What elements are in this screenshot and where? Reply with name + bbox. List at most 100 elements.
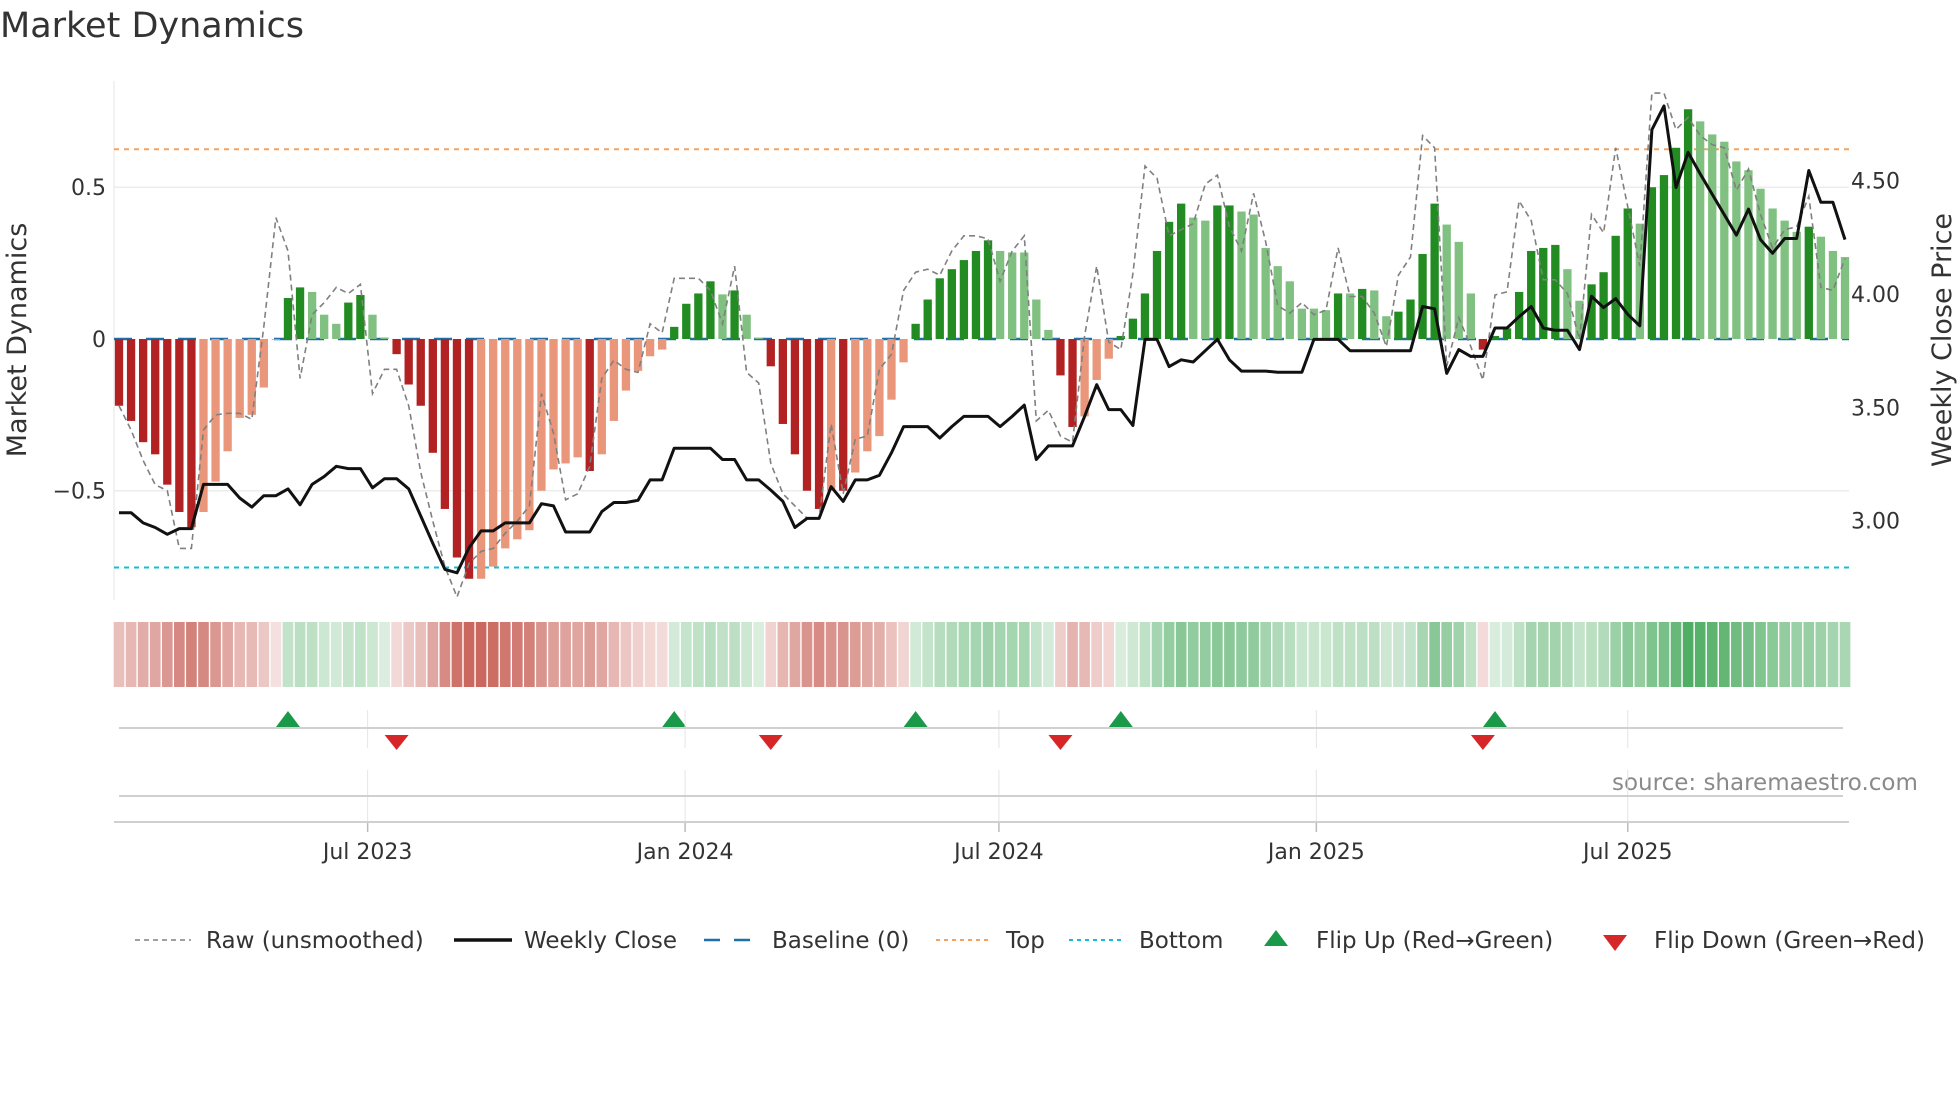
histogram-bar (1454, 241, 1463, 339)
heat-cell (1743, 622, 1754, 687)
histogram-bar (1261, 247, 1270, 339)
histogram-bar (1551, 244, 1560, 339)
heat-cell (427, 622, 439, 687)
heat-cell (1332, 622, 1344, 687)
y2-axis-label: Weekly Close Price (1927, 213, 1958, 467)
heat-cell (186, 622, 197, 687)
heat-cell (1308, 622, 1320, 687)
heat-cell (1224, 622, 1235, 687)
histogram-bar (1683, 109, 1693, 339)
histogram-bar (356, 294, 365, 339)
histogram-bar (1297, 308, 1307, 339)
heat-cell (1055, 622, 1066, 687)
heat-cell (198, 622, 209, 687)
heat-cell (125, 622, 137, 687)
y-tick-label: 0.5 (71, 176, 106, 201)
heat-cell (560, 622, 571, 687)
histogram-bar (1406, 299, 1415, 339)
heat-cell (1103, 622, 1115, 687)
flip-up-marker (275, 711, 300, 727)
heat-cell (837, 622, 849, 687)
heat-cell (1682, 622, 1694, 687)
heat-cell (294, 622, 306, 687)
flip-up-marker (662, 711, 687, 727)
histogram-bar (1502, 328, 1512, 339)
heat-cell (439, 622, 451, 687)
histogram-bar (1345, 293, 1355, 339)
heat-cell (753, 622, 765, 687)
histogram-bar (947, 269, 956, 339)
heat-cell (1272, 622, 1284, 687)
histogram-bar (826, 338, 836, 491)
histogram-bar (163, 338, 172, 485)
histogram-bar (235, 338, 244, 418)
histogram-bar (790, 338, 800, 455)
histogram-bar (1611, 235, 1620, 339)
histogram-bar (971, 250, 981, 339)
flip-markers (275, 711, 1507, 750)
flip-up-marker (903, 711, 928, 727)
heat-cell (367, 622, 378, 687)
y2-tick-label: 4.50 (1851, 170, 1900, 195)
histogram-bar (1744, 170, 1753, 339)
x-tick-label: Jul 2025 (1581, 840, 1673, 865)
histogram-bar (995, 250, 1005, 339)
x-tick-label: Jan 2025 (1266, 840, 1365, 865)
heat-cell (210, 622, 221, 687)
histogram-bar (1708, 134, 1717, 339)
legend-label: Top (1005, 928, 1045, 954)
heat-cell (946, 622, 958, 687)
heat-cell (1356, 622, 1368, 687)
heat-cell (1634, 622, 1646, 687)
histogram-bar (513, 338, 522, 540)
heat-cell (644, 622, 656, 687)
heat-cell (705, 622, 716, 687)
histogram-bar (597, 338, 606, 455)
heat-cell (1501, 622, 1513, 687)
histogram-bar (670, 326, 679, 339)
histogram-bar (1466, 293, 1475, 339)
heat-cell (1755, 622, 1766, 687)
legend-label: Weekly Close (524, 928, 677, 954)
histogram-bar (1720, 141, 1729, 339)
x-tick-label: Jul 2024 (952, 840, 1044, 865)
flip-down-marker (384, 735, 409, 750)
heat-cell (1393, 622, 1404, 687)
histogram-bar (1792, 231, 1801, 339)
histogram-bar (935, 278, 944, 339)
histogram-bar (1696, 121, 1705, 339)
heat-cell (849, 622, 861, 687)
histogram-bar (1527, 250, 1536, 339)
y2-tick-label: 4.00 (1851, 283, 1900, 308)
histogram-bar (621, 338, 631, 391)
histogram-bar (1309, 308, 1319, 339)
histogram-bar (1068, 338, 1077, 427)
heat-cell (149, 622, 161, 687)
histogram-bar (1056, 338, 1065, 376)
heat-cell (1115, 622, 1127, 687)
grid (113, 81, 1849, 600)
heat-cell (1212, 622, 1223, 687)
heat-cell (1018, 622, 1030, 687)
heat-cell (1670, 622, 1682, 687)
raw-line (118, 92, 1846, 600)
heat-cell (1549, 622, 1561, 687)
heat-cell (499, 622, 511, 687)
heat-cell (415, 622, 427, 687)
histogram-bar (428, 338, 437, 453)
heat-cell (1803, 622, 1815, 687)
histogram-bar (802, 338, 812, 491)
y2-tick-label: 3.00 (1851, 510, 1900, 535)
histogram-bar (114, 338, 124, 406)
heat-cell (1827, 622, 1839, 687)
legend-label: Raw (unsmoothed) (206, 928, 424, 954)
heat-cell (886, 622, 897, 687)
heat-cell (1139, 622, 1151, 687)
heat-cell (1296, 622, 1308, 687)
histogram-bar (778, 338, 787, 424)
histogram-bar (223, 338, 232, 452)
histogram-bar (211, 338, 220, 482)
heat-cell (741, 622, 752, 687)
histogram-bar (283, 298, 293, 339)
heat-cell (1344, 622, 1356, 687)
